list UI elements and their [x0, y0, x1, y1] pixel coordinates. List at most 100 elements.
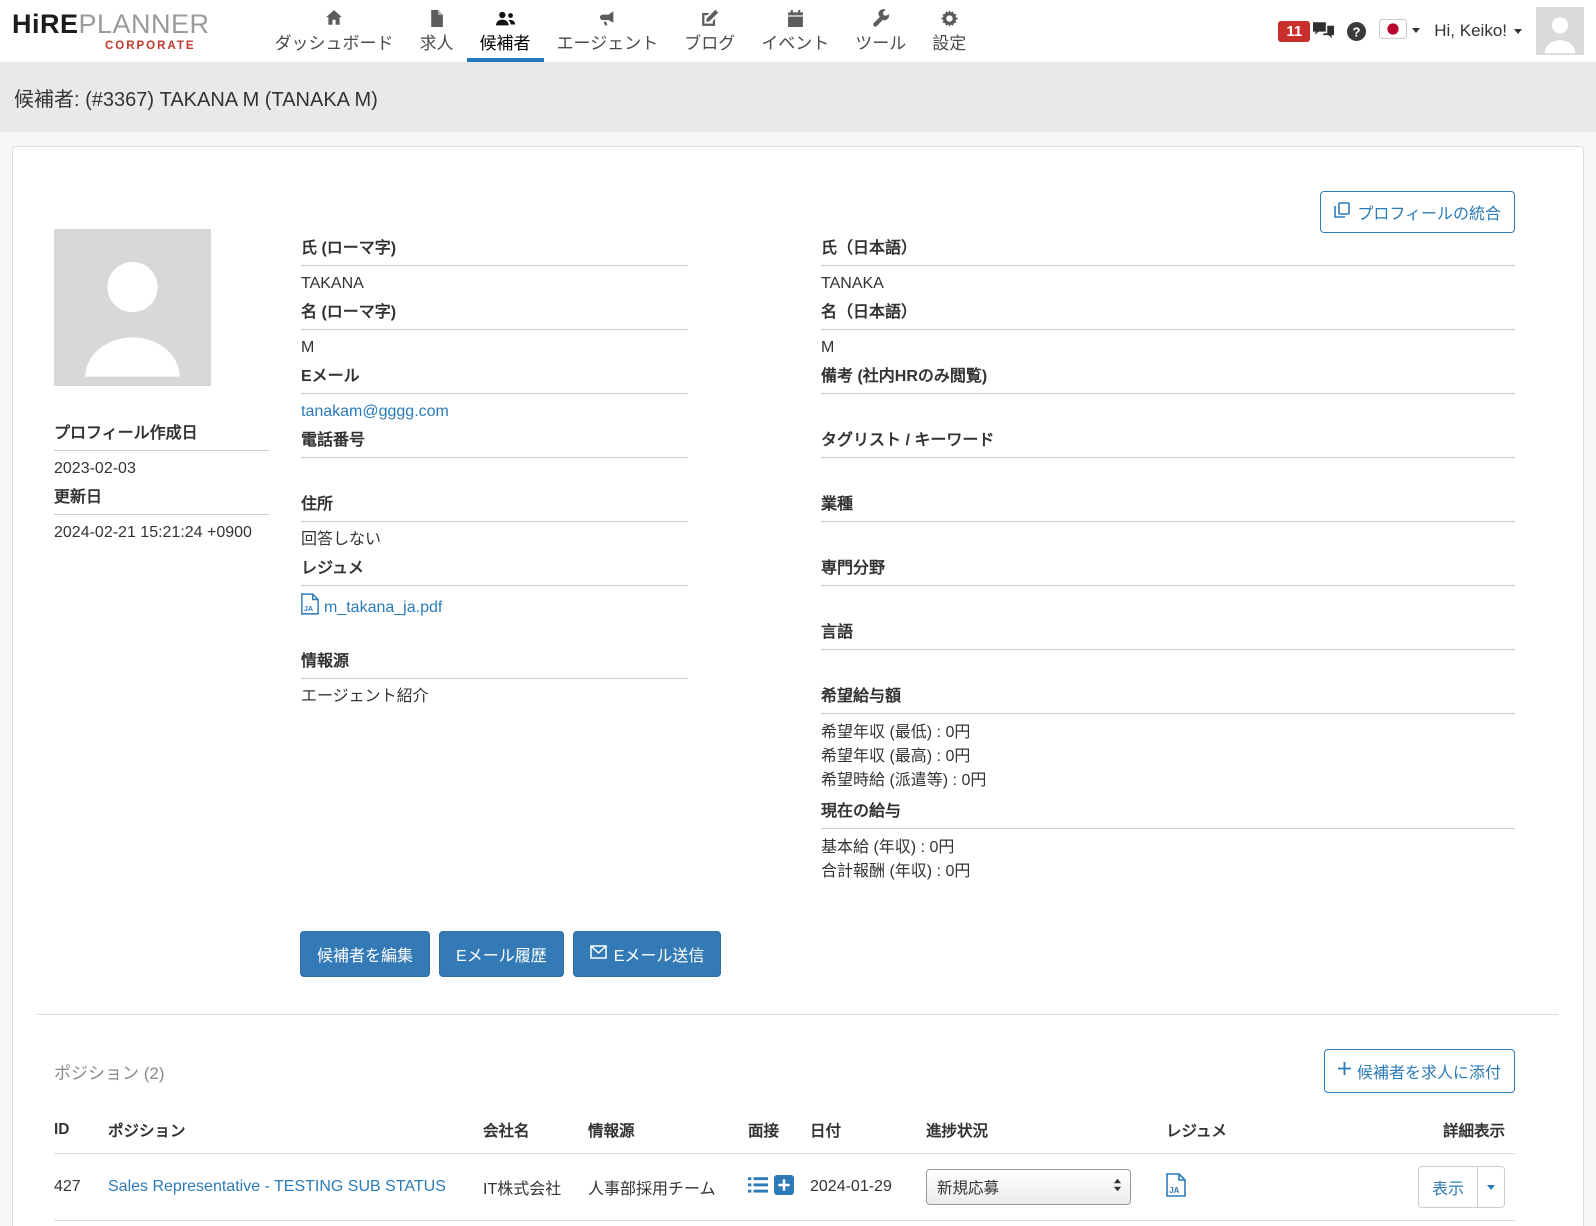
- position-link[interactable]: Sales Representative - TESTING SUB STATU…: [108, 1178, 446, 1195]
- chat-icon: [1313, 22, 1334, 40]
- chevron-down-icon: [1411, 22, 1421, 40]
- japanese-fields-column: 氏（日本語） TANAKA 名（日本語） M 備考 (社内HRのみ閲覧) タグリ…: [821, 229, 1515, 893]
- gear-icon: [941, 8, 958, 28]
- svg-text:JA: JA: [304, 604, 313, 613]
- profile-actions: 候補者を編集 Eメール履歴 Eメール送信: [300, 931, 1515, 977]
- user-menu[interactable]: Hi, Keiko!: [1434, 21, 1523, 41]
- nav-item-tools[interactable]: ツール: [842, 0, 919, 62]
- col-header-resume: レジュメ: [1166, 1113, 1416, 1154]
- field-current-salary: 現在の給与 基本給 (年収) : 0円 合計報酬 (年収) : 0円: [821, 802, 1515, 893]
- field-phone: 電話番号: [301, 431, 688, 495]
- nav-item-dashboard[interactable]: ダッシュボード: [262, 0, 407, 62]
- envelope-icon: [590, 945, 607, 964]
- japan-flag-icon: [1379, 19, 1407, 44]
- cell-id: 427: [54, 1154, 108, 1221]
- merge-profile-button[interactable]: プロフィールの統合: [1320, 191, 1515, 233]
- nav-item-events[interactable]: イベント: [748, 0, 842, 62]
- section-divider: [37, 1014, 1558, 1015]
- page-title: 候補者: (#3367) TAKANA M (TANAKA M): [14, 83, 378, 112]
- col-header-details: 詳細表示: [1416, 1113, 1515, 1154]
- col-header-status: 進捗状況: [926, 1113, 1166, 1154]
- megaphone-icon: [598, 8, 616, 28]
- cell-source: 人事部採用チーム: [588, 1154, 748, 1221]
- status-select[interactable]: 新規応募: [926, 1169, 1131, 1205]
- field-last-name-roman: 氏 (ローマ字) TAKANA: [301, 239, 688, 303]
- positions-section: ポジション (2) 候補者を求人に添付 ID ポジション 会社名 情報源 面接 …: [54, 1049, 1515, 1226]
- view-button[interactable]: 表示: [1418, 1166, 1478, 1208]
- file-icon: [429, 8, 444, 28]
- field-profile-created: プロフィール作成日 2023-02-03: [54, 424, 269, 488]
- field-first-name-roman: 名 (ローマ字) M: [301, 303, 688, 367]
- positions-table: ID ポジション 会社名 情報源 面接 日付 進捗状況 レジュメ 詳細表示 42…: [54, 1113, 1515, 1226]
- position-row-427: 427 Sales Representative - TESTING SUB S…: [54, 1154, 1515, 1221]
- svg-text:?: ?: [1353, 24, 1361, 39]
- col-header-interview: 面接: [748, 1113, 810, 1154]
- users-icon: [495, 8, 516, 28]
- wrench-icon: [872, 8, 890, 28]
- nav-item-agents[interactable]: エージェント: [544, 0, 672, 62]
- svg-text:JA: JA: [1169, 1186, 1179, 1195]
- field-profile-updated: 更新日 2024-02-21 15:21:24 +0900: [54, 488, 269, 552]
- send-email-button[interactable]: Eメール送信: [573, 931, 722, 977]
- profile-meta-column: プロフィール作成日 2023-02-03 更新日 2024-02-21 15:2…: [54, 229, 269, 893]
- add-interview-icon[interactable]: [774, 1175, 794, 1200]
- language-selector[interactable]: [1379, 19, 1421, 44]
- copy-icon: [1334, 202, 1350, 223]
- col-header-date: 日付: [810, 1113, 926, 1154]
- resume-ja-icon[interactable]: JA: [1166, 1173, 1186, 1197]
- view-dropdown-toggle[interactable]: [1477, 1166, 1505, 1208]
- candidate-profile-card: プロフィールの統合 プロフィール作成日 2023-02-03 更新日 2024-…: [12, 146, 1584, 1226]
- plus-icon: [1338, 1062, 1351, 1080]
- main-nav: ダッシュボード 求人 候補者 エージェント ブログ: [262, 0, 980, 62]
- field-language: 言語: [821, 623, 1515, 687]
- home-icon: [325, 8, 343, 28]
- field-hr-notes: 備考 (社内HRのみ閲覧): [821, 367, 1515, 431]
- field-email: Eメール tanakam@gggg.com: [301, 367, 688, 431]
- nav-item-candidates[interactable]: 候補者: [467, 0, 544, 62]
- field-first-name-jp: 名（日本語） M: [821, 303, 1515, 367]
- calendar-icon: [787, 8, 804, 28]
- chevron-down-icon: [1513, 21, 1523, 41]
- cell-company: IT株式会社: [483, 1221, 588, 1226]
- attach-candidate-button[interactable]: 候補者を求人に添付: [1324, 1049, 1515, 1093]
- cell-date: 2023-02-03: [810, 1221, 926, 1226]
- field-tags-keywords: タグリスト / キーワード: [821, 431, 1515, 495]
- candidate-avatar: [54, 229, 211, 386]
- field-address: 住所 回答しない: [301, 495, 688, 559]
- view-split-button: 表示: [1418, 1166, 1505, 1208]
- nav-item-blog[interactable]: ブログ: [671, 0, 748, 62]
- nav-item-settings[interactable]: 設定: [919, 0, 979, 62]
- page-title-bar: 候補者: (#3367) TAKANA M (TANAKA M): [0, 62, 1596, 132]
- roman-fields-column: 氏 (ローマ字) TAKANA 名 (ローマ字) M Eメール tanakam@…: [301, 229, 688, 893]
- field-desired-salary: 希望給与額 希望年収 (最低) : 0円 希望年収 (最高) : 0円 希望時給…: [821, 687, 1515, 802]
- field-industry: 業種: [821, 495, 1515, 559]
- email-history-button[interactable]: Eメール履歴: [439, 931, 564, 977]
- positions-table-header: ID ポジション 会社名 情報源 面接 日付 進捗状況 レジュメ 詳細表示: [54, 1113, 1515, 1154]
- resume-file-link[interactable]: JA m_takana_ja.pdf: [301, 593, 442, 621]
- pencil-square-icon: [701, 8, 719, 28]
- cell-company: IT株式会社: [483, 1154, 588, 1221]
- cell-date: 2024-01-29: [810, 1154, 926, 1221]
- col-header-position: ポジション: [108, 1113, 483, 1154]
- page-background: プロフィールの統合 プロフィール作成日 2023-02-03 更新日 2024-…: [0, 132, 1596, 1226]
- nav-item-jobs[interactable]: 求人: [407, 0, 467, 62]
- help-icon[interactable]: ?: [1347, 22, 1366, 41]
- notifications-button[interactable]: 11: [1278, 21, 1334, 42]
- field-source: 情報源 エージェント紹介: [301, 652, 688, 716]
- positions-title: ポジション (2): [54, 1059, 165, 1084]
- cell-id: 329: [54, 1221, 108, 1226]
- ja-file-icon: JA: [301, 593, 319, 621]
- select-arrows-icon: [1113, 1178, 1122, 1197]
- col-header-id: ID: [54, 1113, 108, 1154]
- logo-text: HiREPLANNER: [12, 11, 210, 38]
- header-right-cluster: 11 ? Hi, Keiko!: [1278, 0, 1584, 62]
- notification-count-badge: 11: [1278, 21, 1310, 42]
- user-avatar[interactable]: [1536, 7, 1584, 55]
- hireplanner-logo[interactable]: HiREPLANNER CORPORATE: [12, 0, 210, 62]
- interview-list-icon[interactable]: [748, 1177, 768, 1198]
- field-last-name-jp: 氏（日本語） TANAKA: [821, 239, 1515, 303]
- edit-candidate-button[interactable]: 候補者を編集: [300, 931, 430, 977]
- email-link[interactable]: tanakam@gggg.com: [301, 403, 449, 420]
- col-header-source: 情報源: [588, 1113, 748, 1154]
- profile-grid: プロフィール作成日 2023-02-03 更新日 2024-02-21 15:2…: [54, 229, 1515, 893]
